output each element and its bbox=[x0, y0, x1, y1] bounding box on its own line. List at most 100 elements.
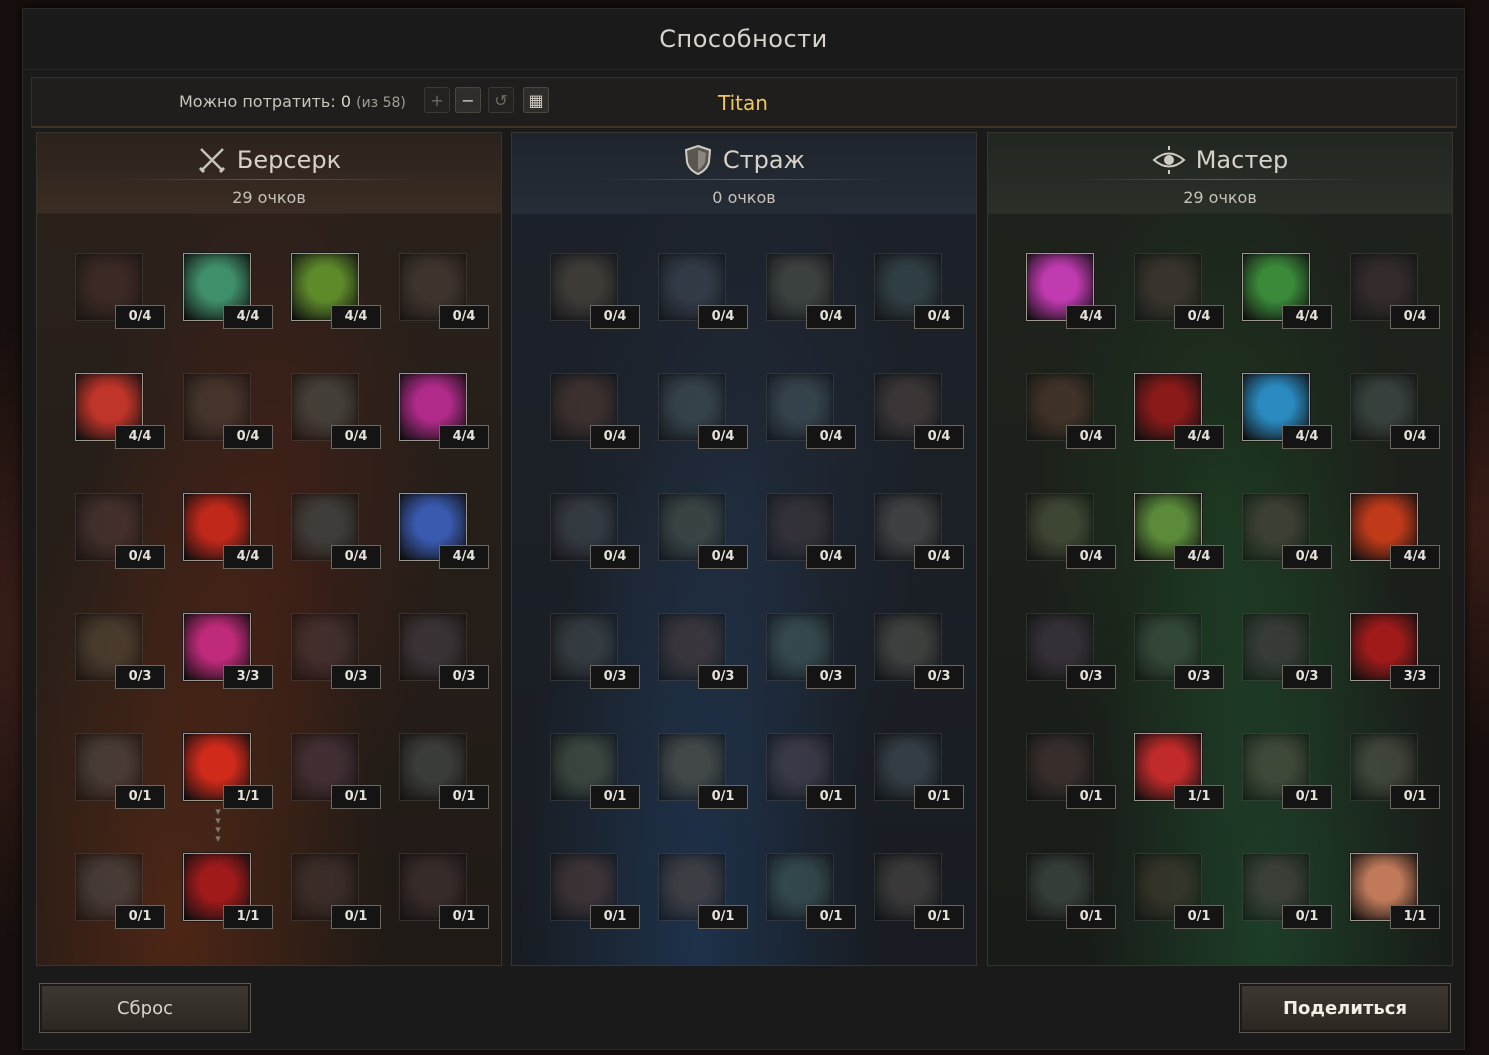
skill-rank: 0/3 bbox=[914, 665, 964, 689]
skill-slot[interactable]: 0/1 bbox=[766, 853, 856, 929]
skill-slot[interactable]: 0/4 bbox=[658, 253, 748, 329]
calculator-button[interactable]: ▦ bbox=[523, 87, 549, 113]
skill-slot[interactable]: 0/1 bbox=[658, 733, 748, 809]
minus-button[interactable]: − bbox=[455, 87, 481, 113]
skill-rank: 0/3 bbox=[1282, 665, 1332, 689]
skill-slot[interactable]: 4/4 bbox=[1134, 373, 1224, 449]
skill-slot[interactable]: 0/4 bbox=[874, 493, 964, 569]
skill-slot[interactable]: 0/4 bbox=[1350, 373, 1440, 449]
tree-divider bbox=[596, 179, 892, 180]
skill-slot[interactable]: 0/1 bbox=[399, 853, 489, 929]
skill-slot[interactable]: 0/1 bbox=[874, 733, 964, 809]
skill-rank: 0/1 bbox=[331, 905, 381, 929]
skill-slot[interactable]: 0/1 bbox=[1242, 733, 1332, 809]
skill-slot[interactable]: 4/4 bbox=[291, 253, 381, 329]
skill-slot[interactable]: 1/1 bbox=[183, 853, 273, 929]
skill-slot[interactable]: 0/1 bbox=[399, 733, 489, 809]
skill-slot[interactable]: 0/1 bbox=[658, 853, 748, 929]
minus-icon: − bbox=[461, 91, 475, 110]
skill-rank: 0/3 bbox=[1066, 665, 1116, 689]
skill-slot[interactable]: 0/1 bbox=[75, 733, 165, 809]
skill-slot[interactable]: 3/3 bbox=[1350, 613, 1440, 689]
skill-slot[interactable]: 0/4 bbox=[874, 373, 964, 449]
skill-slot[interactable]: 4/4 bbox=[399, 373, 489, 449]
skill-slot[interactable]: 0/4 bbox=[658, 493, 748, 569]
skill-rank: 0/4 bbox=[115, 305, 165, 329]
skill-slot[interactable]: 0/4 bbox=[291, 493, 381, 569]
skill-rank: 0/1 bbox=[1390, 785, 1440, 809]
skill-slot[interactable]: 1/1 bbox=[1350, 853, 1440, 929]
skill-rank: 0/1 bbox=[1282, 785, 1332, 809]
skill-slot[interactable]: 0/4 bbox=[1026, 373, 1116, 449]
skill-slot[interactable]: 0/4 bbox=[75, 253, 165, 329]
skill-slot[interactable]: 0/1 bbox=[75, 853, 165, 929]
skill-slot[interactable]: 0/3 bbox=[399, 613, 489, 689]
skill-slot[interactable]: 0/3 bbox=[1242, 613, 1332, 689]
skill-slot[interactable]: 0/4 bbox=[1134, 253, 1224, 329]
skill-slot[interactable]: 4/4 bbox=[1350, 493, 1440, 569]
skill-rank: 0/1 bbox=[1174, 905, 1224, 929]
skill-slot[interactable]: 1/1 bbox=[1134, 733, 1224, 809]
undo-button[interactable]: ↺ bbox=[488, 87, 514, 113]
skill-slot[interactable]: 0/4 bbox=[399, 253, 489, 329]
skill-slot[interactable]: 0/4 bbox=[766, 253, 856, 329]
skill-slot[interactable]: 0/1 bbox=[291, 853, 381, 929]
reset-button[interactable]: Сброс bbox=[39, 983, 251, 1033]
skill-slot[interactable]: 0/4 bbox=[183, 373, 273, 449]
skill-slot[interactable]: 1/1 bbox=[183, 733, 273, 809]
skill-slot[interactable]: 0/4 bbox=[766, 373, 856, 449]
skill-slot[interactable]: 0/3 bbox=[766, 613, 856, 689]
skill-slot[interactable]: 0/4 bbox=[550, 253, 640, 329]
skill-slot[interactable]: 0/4 bbox=[1350, 253, 1440, 329]
skill-rank: 0/1 bbox=[115, 785, 165, 809]
skill-slot[interactable]: 0/4 bbox=[1026, 493, 1116, 569]
skill-slot[interactable]: 0/1 bbox=[1242, 853, 1332, 929]
skill-slot[interactable]: 4/4 bbox=[1134, 493, 1224, 569]
skill-rank: 0/4 bbox=[698, 425, 748, 449]
skill-slot[interactable]: 0/4 bbox=[75, 493, 165, 569]
skill-slot[interactable]: 4/4 bbox=[75, 373, 165, 449]
skill-slot[interactable]: 0/1 bbox=[550, 733, 640, 809]
skill-slot[interactable]: 0/3 bbox=[550, 613, 640, 689]
skill-slot[interactable]: 0/1 bbox=[1134, 853, 1224, 929]
skill-slot[interactable]: 4/4 bbox=[183, 253, 273, 329]
calculator-icon: ▦ bbox=[528, 91, 544, 110]
plus-button[interactable]: + bbox=[424, 87, 450, 113]
skill-slot[interactable]: 0/3 bbox=[1026, 613, 1116, 689]
skill-rank: 0/4 bbox=[806, 545, 856, 569]
skill-slot[interactable]: 0/1 bbox=[1350, 733, 1440, 809]
skill-slot[interactable]: 0/1 bbox=[766, 733, 856, 809]
skill-slot[interactable]: 0/4 bbox=[1242, 493, 1332, 569]
skill-slot[interactable]: 0/3 bbox=[75, 613, 165, 689]
skill-rank: 0/1 bbox=[590, 785, 640, 809]
skill-slot[interactable]: 0/1 bbox=[1026, 733, 1116, 809]
share-button[interactable]: Поделиться bbox=[1239, 983, 1451, 1033]
skill-rank: 1/1 bbox=[1174, 785, 1224, 809]
skill-slot[interactable]: 0/3 bbox=[1134, 613, 1224, 689]
skill-slot[interactable]: 0/1 bbox=[874, 853, 964, 929]
skill-slot[interactable]: 0/3 bbox=[874, 613, 964, 689]
skill-slot[interactable]: 0/4 bbox=[550, 493, 640, 569]
skill-slot[interactable]: 4/4 bbox=[1242, 253, 1332, 329]
skill-slot[interactable]: 0/1 bbox=[550, 853, 640, 929]
skill-slot[interactable]: 3/3 bbox=[183, 613, 273, 689]
skill-slot[interactable]: 0/4 bbox=[766, 493, 856, 569]
skill-slot[interactable]: 0/3 bbox=[291, 613, 381, 689]
skill-slot[interactable]: 4/4 bbox=[399, 493, 489, 569]
skill-rank: 0/4 bbox=[806, 305, 856, 329]
skill-slot[interactable]: 0/1 bbox=[1026, 853, 1116, 929]
skill-slot[interactable]: 0/3 bbox=[658, 613, 748, 689]
skill-slot[interactable]: 0/1 bbox=[291, 733, 381, 809]
skill-rank: 0/3 bbox=[698, 665, 748, 689]
skill-slot[interactable]: 4/4 bbox=[1242, 373, 1332, 449]
skill-slot[interactable]: 4/4 bbox=[1026, 253, 1116, 329]
skill-slot[interactable]: 0/4 bbox=[874, 253, 964, 329]
skill-rank: 0/4 bbox=[590, 425, 640, 449]
shield-icon bbox=[683, 144, 713, 176]
skill-slot[interactable]: 0/4 bbox=[291, 373, 381, 449]
info-bar: Можно потратить: 0 (из 58) + − ↺ ▦ Titan bbox=[31, 77, 1457, 128]
skill-slot[interactable]: 0/4 bbox=[658, 373, 748, 449]
skill-slot[interactable]: 4/4 bbox=[183, 493, 273, 569]
dependency-arrow-icon: ▾ ▾ ▾ ▾ bbox=[215, 805, 221, 845]
skill-slot[interactable]: 0/4 bbox=[550, 373, 640, 449]
